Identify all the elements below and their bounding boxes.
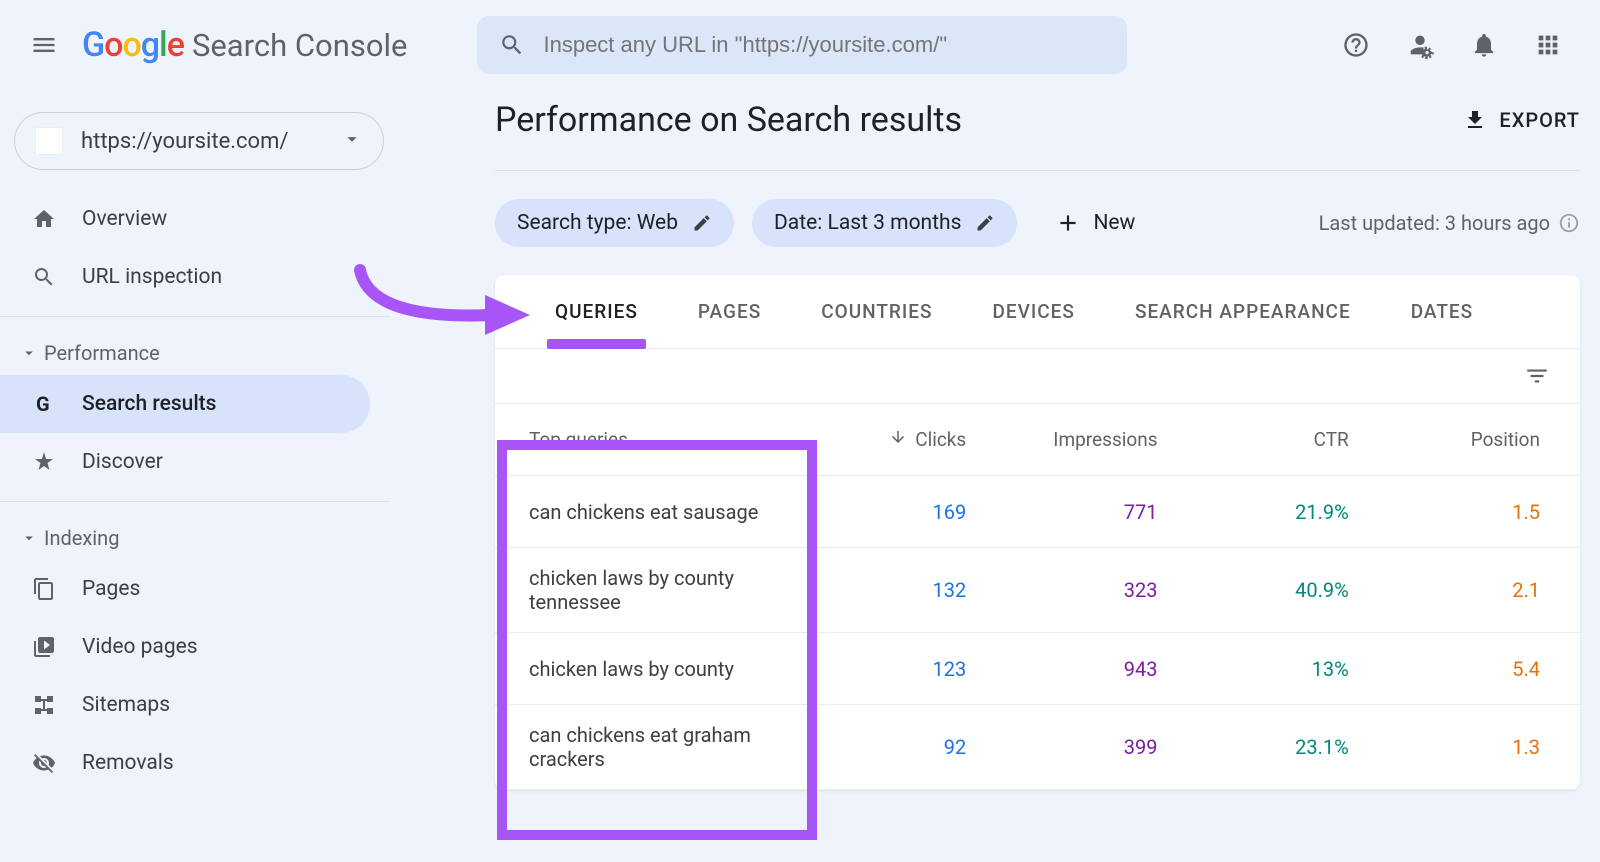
cell-position: 1.5 xyxy=(1389,500,1580,524)
chip-date[interactable]: Date: Last 3 months xyxy=(752,199,1017,247)
url-inspect-search[interactable] xyxy=(477,16,1127,74)
tab-search-appearance[interactable]: SEARCH APPEARANCE xyxy=(1135,275,1351,348)
cell-ctr: 21.9% xyxy=(1198,500,1389,524)
cell-query: chicken laws by county xyxy=(495,657,815,681)
sidebar-item-removals[interactable]: Removals xyxy=(0,734,370,792)
sidebar-item-pages[interactable]: Pages xyxy=(0,560,370,618)
sidebar-section-performance[interactable]: Performance xyxy=(0,327,390,375)
sidebar-item-search-results[interactable]: G Search results xyxy=(0,375,370,433)
search-icon xyxy=(499,32,525,58)
cell-position: 1.3 xyxy=(1389,735,1580,759)
cell-clicks: 92 xyxy=(815,735,1006,759)
search-input[interactable] xyxy=(543,32,1105,58)
table-row[interactable]: chicken laws by county tennessee 132 323… xyxy=(495,548,1580,633)
cell-impressions: 323 xyxy=(1006,578,1197,602)
cell-impressions: 771 xyxy=(1006,500,1197,524)
cell-ctr: 13% xyxy=(1198,657,1389,681)
user-settings-icon[interactable] xyxy=(1406,31,1434,59)
cell-impressions: 943 xyxy=(1006,657,1197,681)
col-header-ctr[interactable]: CTR xyxy=(1198,428,1389,451)
col-header-impressions[interactable]: Impressions xyxy=(1006,428,1197,451)
sitemap-icon xyxy=(30,691,58,719)
new-filter-button[interactable]: New xyxy=(1055,210,1135,236)
property-favicon xyxy=(35,127,63,155)
notifications-icon[interactable] xyxy=(1470,31,1498,59)
google-logo: Google Search Console xyxy=(82,25,407,65)
cell-position: 5.4 xyxy=(1389,657,1580,681)
home-icon xyxy=(30,205,58,233)
asterisk-icon xyxy=(30,448,58,476)
tab-countries[interactable]: COUNTRIES xyxy=(821,275,932,348)
sidebar-section-indexing[interactable]: Indexing xyxy=(0,512,390,560)
help-icon[interactable] xyxy=(1342,31,1370,59)
cell-clicks: 169 xyxy=(815,500,1006,524)
table-row[interactable]: chicken laws by county 123 943 13% 5.4 xyxy=(495,633,1580,705)
sidebar-item-sitemaps[interactable]: Sitemaps xyxy=(0,676,370,734)
export-button[interactable]: EXPORT xyxy=(1463,108,1580,132)
table-row[interactable]: can chickens eat graham crackers 92 399 … xyxy=(495,705,1580,790)
sidebar-item-discover[interactable]: Discover xyxy=(0,433,370,491)
cell-ctr: 23.1% xyxy=(1198,735,1389,759)
search-icon xyxy=(30,263,58,291)
edit-icon xyxy=(975,213,995,233)
cell-query: can chickens eat graham crackers xyxy=(495,723,815,771)
plus-icon xyxy=(1055,210,1081,236)
sidebar-item-overview[interactable]: Overview xyxy=(0,190,370,248)
cell-position: 2.1 xyxy=(1389,578,1580,602)
page-title: Performance on Search results xyxy=(495,100,962,140)
col-header-query[interactable]: Top queries xyxy=(495,428,815,451)
svg-text:G: G xyxy=(36,392,50,416)
g-icon: G xyxy=(30,390,58,418)
queries-table: Top queries Clicks Impressions CTR Posit… xyxy=(495,404,1580,790)
cell-clicks: 123 xyxy=(815,657,1006,681)
cell-ctr: 40.9% xyxy=(1198,578,1389,602)
property-url: https://yoursite.com/ xyxy=(81,129,341,154)
dropdown-arrow-icon xyxy=(341,128,363,154)
apps-icon[interactable] xyxy=(1534,31,1562,59)
col-header-clicks[interactable]: Clicks xyxy=(815,428,1006,451)
hamburger-menu[interactable] xyxy=(20,21,68,69)
col-header-position[interactable]: Position xyxy=(1389,428,1580,451)
tab-pages[interactable]: PAGES xyxy=(698,275,761,348)
pages-icon xyxy=(30,575,58,603)
edit-icon xyxy=(692,213,712,233)
sidebar-item-url-inspection[interactable]: URL inspection xyxy=(0,248,370,306)
chip-search-type[interactable]: Search type: Web xyxy=(495,199,734,247)
chevron-down-icon xyxy=(20,529,38,547)
cell-query: can chickens eat sausage xyxy=(495,500,815,524)
visibility-off-icon xyxy=(30,749,58,777)
sort-arrow-icon xyxy=(889,428,907,451)
cell-clicks: 132 xyxy=(815,578,1006,602)
cell-impressions: 399 xyxy=(1006,735,1197,759)
table-row[interactable]: can chickens eat sausage 169 771 21.9% 1… xyxy=(495,476,1580,548)
sidebar-item-video-pages[interactable]: Video pages xyxy=(0,618,370,676)
property-selector[interactable]: https://yoursite.com/ xyxy=(14,112,384,170)
last-updated: Last updated: 3 hours ago xyxy=(1319,211,1580,235)
tab-devices[interactable]: DEVICES xyxy=(993,275,1075,348)
download-icon xyxy=(1463,108,1487,132)
filter-icon[interactable] xyxy=(1524,363,1550,389)
chevron-down-icon xyxy=(20,344,38,362)
tab-queries[interactable]: QUERIES xyxy=(555,275,638,348)
video-icon xyxy=(30,633,58,661)
tab-dates[interactable]: DATES xyxy=(1411,275,1473,348)
cell-query: chicken laws by county tennessee xyxy=(495,566,815,614)
info-icon[interactable] xyxy=(1558,212,1580,234)
queries-card: QUERIES PAGES COUNTRIES DEVICES SEARCH A… xyxy=(495,275,1580,790)
app-title: Search Console xyxy=(192,27,408,64)
